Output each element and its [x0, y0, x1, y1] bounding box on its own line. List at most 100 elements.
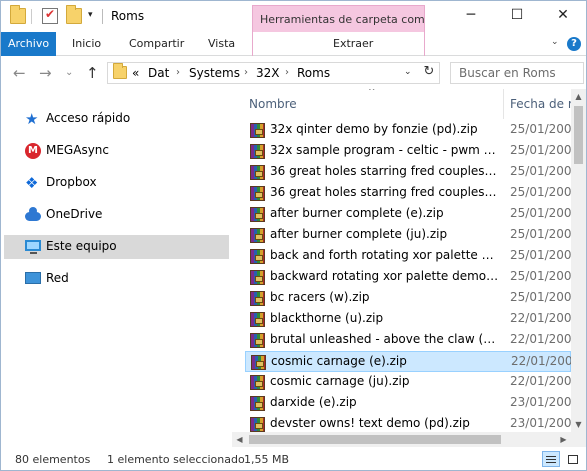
- nav-item-label: OneDrive: [46, 207, 103, 221]
- search-placeholder: Buscar en Roms: [459, 66, 556, 80]
- window-title: Roms: [111, 9, 145, 23]
- breadcrumb-separator[interactable]: ›: [285, 67, 289, 78]
- explorer-window: ▾ Roms Herramientas de carpeta com... ─ …: [0, 0, 587, 471]
- horizontal-scrollbar[interactable]: ◀ ▶: [232, 432, 571, 447]
- folder-icon[interactable]: [10, 5, 26, 24]
- file-name: 32x qinter demo by fonzie (pd).zip: [270, 122, 478, 136]
- archive-icon: [250, 333, 265, 348]
- scroll-down-icon[interactable]: ▼: [571, 417, 586, 432]
- status-bar: 80 elementos 1 elemento seleccionado 1,5…: [1, 448, 586, 470]
- file-name: backward rotating xor palette demo by d.…: [270, 269, 500, 283]
- archive-icon: [250, 207, 265, 222]
- breadcrumb-roms[interactable]: Roms: [297, 66, 330, 80]
- file-date: 25/01/2008: [510, 269, 571, 283]
- help-icon[interactable]: ?: [567, 37, 581, 51]
- vertical-scrollbar[interactable]: ▲ ▼: [571, 89, 586, 432]
- close-button[interactable]: ✕: [540, 1, 586, 31]
- file-row[interactable]: brutal unleashed - above the claw (u).zi…: [245, 330, 571, 351]
- nav-item-megasync[interactable]: M MEGAsync: [4, 139, 229, 163]
- file-date: 23/01/2008: [510, 395, 571, 409]
- file-row[interactable]: 36 great holes starring fred couples (ju…: [245, 183, 571, 204]
- details-view-icon-line: [546, 462, 556, 463]
- refresh-button[interactable]: ↻: [420, 64, 438, 84]
- file-row[interactable]: cosmic carnage (ju).zip 22/01/2008: [245, 372, 571, 393]
- back-button[interactable]: ←: [13, 64, 26, 82]
- tab-extraer[interactable]: Extraer: [333, 32, 373, 56]
- tab-compartir[interactable]: Compartir: [129, 32, 184, 56]
- scroll-up-icon[interactable]: ▲: [571, 89, 586, 104]
- quick-access-divider: [31, 9, 32, 24]
- breadcrumb-32x[interactable]: 32X: [256, 66, 280, 80]
- breadcrumb-systems[interactable]: Systems: [189, 66, 240, 80]
- file-date: 25/01/2008: [510, 122, 571, 136]
- breadcrumb-separator[interactable]: ›: [244, 67, 248, 78]
- vertical-scroll-thumb[interactable]: [574, 106, 583, 164]
- archive-icon: [250, 165, 265, 180]
- file-row[interactable]: 36 great holes starring fred couples (e)…: [245, 162, 571, 183]
- tab-vista[interactable]: Vista: [208, 32, 235, 56]
- title-divider: [102, 9, 103, 24]
- file-date: 25/01/2008: [510, 143, 571, 157]
- item-count: 80 elementos: [15, 453, 91, 466]
- forward-button[interactable]: →: [39, 64, 52, 82]
- file-row[interactable]: blackthorne (u).zip 22/01/2008: [245, 309, 571, 330]
- file-row[interactable]: after burner complete (ju).zip 25/01/2008: [245, 225, 571, 246]
- file-row[interactable]: bc racers (w).zip 25/01/2008: [245, 288, 571, 309]
- tab-archivo[interactable]: Archivo: [1, 32, 56, 56]
- file-row[interactable]: backward rotating xor palette demo by d.…: [245, 267, 571, 288]
- chevron-down-icon[interactable]: ⌄: [551, 37, 559, 47]
- file-row[interactable]: cosmic carnage (e).zip 22/01/2008: [245, 351, 571, 372]
- search-input[interactable]: Buscar en Roms: [450, 62, 584, 84]
- nav-item-label: Acceso rápido: [46, 111, 131, 125]
- nav-item-onedrive[interactable]: OneDrive: [4, 203, 229, 227]
- details-view-icon: [546, 456, 556, 457]
- archive-icon: [250, 270, 265, 285]
- star-icon: ★: [25, 110, 39, 128]
- address-dropdown-icon[interactable]: ⌄: [404, 67, 412, 77]
- breadcrumb-overflow[interactable]: «: [132, 66, 139, 80]
- archive-icon: [250, 144, 265, 159]
- minimize-button[interactable]: ─: [448, 1, 494, 31]
- scroll-right-icon[interactable]: ▶: [556, 432, 571, 447]
- nav-item-label: Este equipo: [46, 239, 117, 253]
- breadcrumb-separator[interactable]: ›: [176, 67, 180, 78]
- properties-icon[interactable]: [42, 7, 58, 24]
- file-date: 22/01/2008: [510, 311, 571, 325]
- file-row[interactable]: back and forth rotating xor palette by d…: [245, 246, 571, 267]
- file-name: cosmic carnage (e).zip: [271, 354, 407, 368]
- breadcrumb-dat[interactable]: Dat: [148, 66, 169, 80]
- tab-inicio[interactable]: Inicio: [72, 32, 101, 56]
- horizontal-scroll-thumb[interactable]: [249, 435, 501, 444]
- file-row[interactable]: darxide (e).zip 23/01/2008: [245, 393, 571, 414]
- file-list: ^ Nombre Fecha de m 32x qinter demo by f…: [245, 89, 571, 447]
- nav-item-red[interactable]: Red: [4, 267, 229, 291]
- up-button[interactable]: ↑: [86, 64, 99, 82]
- archive-icon: [251, 355, 266, 370]
- file-row[interactable]: 32x qinter demo by fonzie (pd).zip 25/01/…: [245, 120, 571, 141]
- large-icons-view-icon: [568, 455, 578, 464]
- file-date: 22/01/2008: [510, 332, 571, 346]
- file-row[interactable]: after burner complete (e).zip 25/01/2008: [245, 204, 571, 225]
- nav-item-dropbox[interactable]: ❖ Dropbox: [4, 171, 229, 195]
- file-row[interactable]: 32x sample program - celtic - pwm test (…: [245, 141, 571, 162]
- file-name: darxide (e).zip: [270, 395, 357, 409]
- scroll-left-icon[interactable]: ◀: [232, 432, 247, 447]
- maximize-button[interactable]: ☐: [494, 1, 540, 31]
- new-folder-icon[interactable]: [66, 5, 82, 24]
- archive-icon: [250, 186, 265, 201]
- nav-item-acceso-rapido[interactable]: ★ Acceso rápido: [4, 107, 229, 131]
- file-name: 32x sample program - celtic - pwm test (…: [270, 143, 500, 157]
- selection-size: 1,55 MB: [244, 453, 290, 466]
- column-headers: ^ Nombre Fecha de m: [245, 89, 571, 119]
- column-header-date[interactable]: Fecha de m: [510, 97, 571, 111]
- address-bar[interactable]: « Dat › Systems › 32X › Roms ⌄ ↻: [107, 62, 440, 84]
- recent-locations-button[interactable]: ⌄: [65, 67, 73, 78]
- customize-toolbar-icon[interactable]: ▾: [88, 10, 93, 20]
- column-header-name[interactable]: Nombre: [249, 97, 297, 111]
- nav-item-este-equipo[interactable]: Este equipo: [4, 235, 229, 259]
- large-icons-view-button[interactable]: [564, 451, 582, 467]
- file-name: after burner complete (e).zip: [270, 206, 444, 220]
- nav-item-label: Red: [46, 271, 69, 285]
- column-divider[interactable]: [503, 89, 504, 119]
- details-view-button[interactable]: [542, 451, 560, 467]
